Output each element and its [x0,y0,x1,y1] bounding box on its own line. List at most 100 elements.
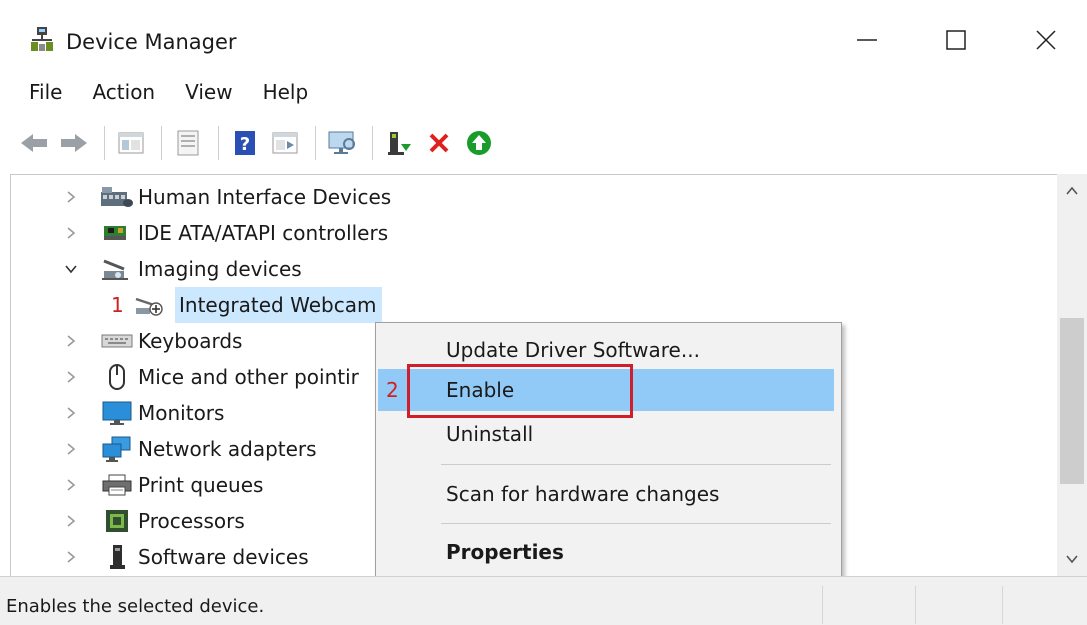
chevron-right-icon[interactable] [61,215,81,251]
hid-icon [97,179,137,215]
chevron-right-icon[interactable] [61,503,81,539]
keyboard-icon [97,323,137,359]
back-arrow-icon [21,134,47,152]
toolbar-separator [161,126,162,160]
tree-item-ide-ata-atapi-controllers[interactable]: IDE ATA/ATAPI controllers [11,215,1051,251]
menu-item-label: Enable [446,378,515,402]
status-bar-divider [915,586,916,624]
forward-button[interactable] [56,125,92,161]
monitor-icon [97,395,137,431]
back-button[interactable] [16,125,52,161]
scan-hardware-button[interactable] [324,125,360,161]
device-manager-app-icon [29,26,55,52]
tree-item-label: Integrated Webcam [175,287,383,323]
maximize-button[interactable] [921,14,991,66]
toolbar: ? [0,114,1087,172]
properties-sheet-icon [177,130,199,156]
action-pane-button[interactable] [267,125,303,161]
webcam-icon [129,287,169,323]
menu-action[interactable]: Action [77,72,170,112]
tree-item-imaging-devices[interactable]: Imaging devices [11,251,1051,287]
tree-item-label: Human Interface Devices [138,185,392,209]
tree-item-label: Network adapters [138,437,317,461]
enable-device-button[interactable] [461,125,497,161]
menu-separator [441,523,831,524]
tree-item-integrated-webcam[interactable]: 1 Integrated Webcam [11,287,1051,323]
processor-icon [97,503,137,539]
software-device-icon [97,539,137,575]
status-bar-divider [1002,586,1003,624]
mouse-icon [97,359,137,395]
toolbar-separator [315,126,316,160]
step-1-annotation: 1 [111,293,124,317]
context-menu: Update Driver Software... Enable Uninsta… [375,322,842,580]
toolbar-separator [218,126,219,160]
tree-item-label: Software devices [138,545,309,569]
menu-separator [441,464,831,465]
chevron-down-icon[interactable] [61,251,81,287]
chevron-right-icon[interactable] [61,395,81,431]
tree-item-human-interface-devices[interactable]: Human Interface Devices [11,179,1051,215]
help-icon: ? [235,131,255,155]
minimize-button[interactable] [832,14,902,66]
menu-item-label: Update Driver Software... [446,338,700,362]
step-2-annotation: 2 [386,378,399,402]
uninstall-x-icon [429,133,449,153]
show-hide-console-tree-button[interactable] [113,125,149,161]
chevron-up-icon [1066,186,1078,195]
printer-icon [97,467,137,503]
uninstall-device-button[interactable] [421,125,457,161]
menu-item-uninstall[interactable]: Uninstall [378,413,834,455]
tree-item-label: Imaging devices [138,257,302,281]
tree-item-label: Print queues [138,473,264,497]
tree-item-label: IDE ATA/ATAPI controllers [138,221,389,245]
imaging-device-icon [97,251,137,287]
update-driver-button[interactable] [381,125,417,161]
chevron-down-icon [1066,555,1078,564]
menu-item-update-driver-software[interactable]: Update Driver Software... [378,329,834,371]
menu-item-label: Scan for hardware changes [446,482,720,506]
menu-item-label: Properties [446,540,564,564]
chevron-right-icon[interactable] [61,179,81,215]
action-pane-icon [272,132,298,154]
status-text: Enables the selected device. [6,596,265,617]
menu-item-scan-for-hardware-changes[interactable]: Scan for hardware changes [378,473,834,515]
chevron-right-icon[interactable] [61,323,81,359]
scrollbar-thumb[interactable] [1060,318,1084,484]
menu-file[interactable]: File [0,72,77,112]
chevron-right-icon[interactable] [61,467,81,503]
tree-item-label: Mice and other pointir [138,365,359,389]
tree-item-label: Processors [138,509,245,533]
close-button[interactable] [1011,14,1081,66]
menu-bar: File Action View Help [0,72,323,112]
enable-device-icon [467,131,491,155]
menu-item-label: Uninstall [446,422,534,446]
menu-view[interactable]: View [170,72,247,112]
ide-controller-icon [97,215,137,251]
chevron-right-icon[interactable] [61,539,81,575]
chevron-right-icon[interactable] [61,359,81,395]
network-adapter-icon [97,431,137,467]
update-driver-icon [388,132,411,155]
svg-text:?: ? [240,134,250,155]
scroll-down-button[interactable] [1057,544,1087,574]
menu-help[interactable]: Help [248,72,324,112]
toolbar-separator [372,126,373,160]
maximize-icon [946,30,966,50]
status-bar-divider [822,586,823,624]
tree-item-label: Keyboards [138,329,243,353]
properties-button[interactable] [170,125,206,161]
show-hide-console-tree-icon [118,132,144,154]
window-title: Device Manager [66,30,237,54]
menu-item-enable[interactable]: Enable [378,369,834,411]
toolbar-separator [104,126,105,160]
forward-arrow-icon [61,134,87,152]
tree-item-label: Monitors [138,401,225,425]
minimize-icon [857,39,877,41]
close-icon [1036,30,1056,50]
scroll-up-button[interactable] [1057,176,1087,206]
help-button[interactable]: ? [227,125,263,161]
chevron-right-icon[interactable] [61,431,81,467]
menu-item-properties[interactable]: Properties [378,531,834,573]
monitor-scan-icon [328,131,355,154]
